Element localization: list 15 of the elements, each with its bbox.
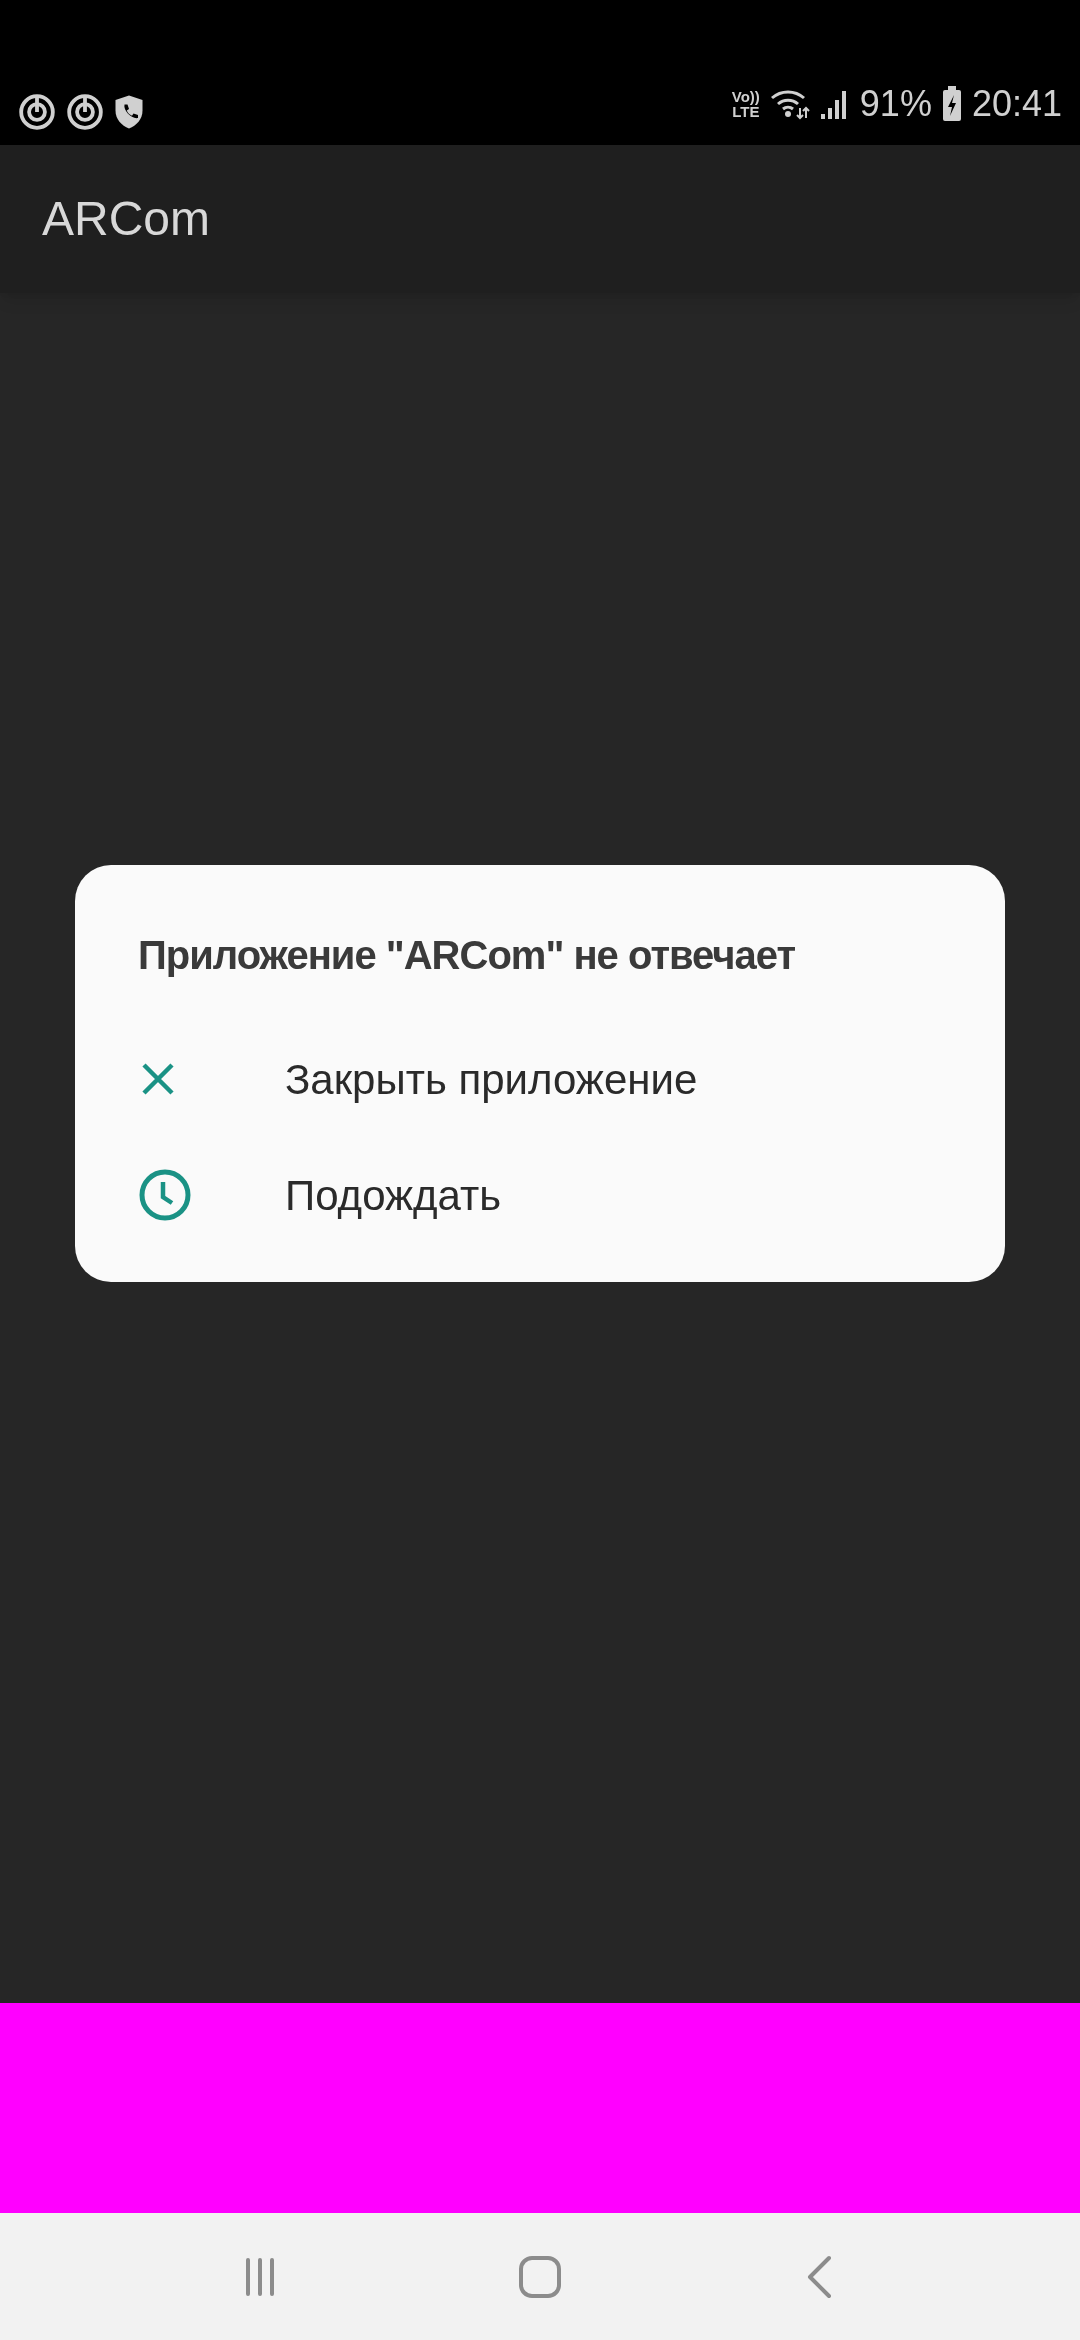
- dialog-action[interactable]: Подождать: [138, 1137, 942, 1253]
- clock-time: 20:41: [971, 82, 1062, 126]
- sync-icon: [18, 93, 56, 131]
- dialog-title: Приложение "ARCom" не отвечает: [138, 935, 797, 975]
- battery-charging-icon: [941, 86, 962, 122]
- volte-text: Vo)): [731, 89, 760, 104]
- dialog-action[interactable]: Закрыть приложение: [138, 1021, 942, 1137]
- home-icon[interactable]: [518, 2254, 562, 2299]
- lte-text: LTE: [732, 104, 760, 119]
- wifi-icon: [769, 88, 810, 120]
- app-title: ARCom: [42, 191, 211, 247]
- sync-icon: [66, 93, 104, 131]
- battery-percent: 91%: [859, 82, 932, 126]
- shield-phone-icon: [114, 94, 144, 130]
- clock-icon: [138, 1168, 192, 1222]
